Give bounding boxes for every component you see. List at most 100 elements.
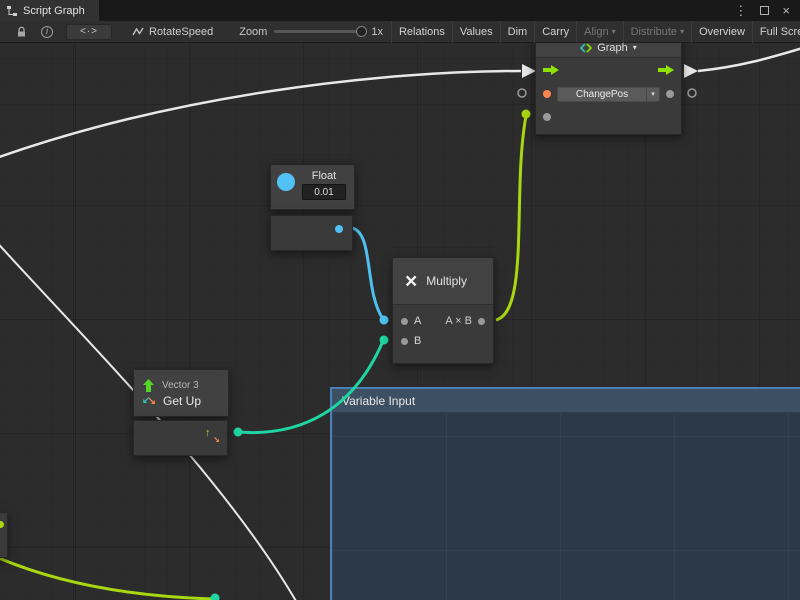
align-dropdown-button[interactable]: Align ▾: [576, 21, 622, 43]
multiply-input-a-port[interactable]: [401, 318, 408, 325]
zoom-control: Zoom 1x: [239, 26, 383, 38]
lime-connection-bottom[interactable]: [0, 555, 214, 599]
unity-script-graph-window: Script Graph ⋮ × i <·> RotateSpeed: [0, 0, 800, 600]
full-screen-button[interactable]: Full Screen: [752, 21, 800, 43]
flow-connection-in[interactable]: [0, 71, 521, 161]
align-label: Align: [584, 26, 608, 38]
multiply-row-b: B: [393, 331, 493, 351]
values-button[interactable]: Values: [452, 21, 500, 43]
distribute-dropdown-button[interactable]: Distribute ▾: [623, 21, 691, 43]
kebab-menu-icon[interactable]: ⋮: [734, 4, 747, 17]
variable-input-title: Variable Input: [342, 394, 415, 408]
graph-node-flow-row: [536, 58, 681, 82]
lock-icon: [16, 26, 27, 38]
vector3-getup-node[interactable]: Vector 3 ↙ ↘ Get Up: [133, 369, 229, 417]
multiply-row-a: A A × B: [393, 311, 493, 331]
overview-button[interactable]: Overview: [691, 21, 752, 43]
edit-graph-button[interactable]: <·>: [66, 24, 112, 40]
multiply-icon: ×: [405, 271, 417, 292]
graph-breadcrumb[interactable]: RotateSpeed: [132, 26, 213, 38]
vector3-port-section[interactable]: ↑ ↘: [133, 420, 228, 456]
variable-input-panel-header[interactable]: Variable Input: [332, 389, 800, 413]
chevron-down-icon: ▾: [612, 28, 616, 36]
connection-endpoint-dot[interactable]: [211, 594, 220, 600]
graph-name-label: RotateSpeed: [149, 26, 213, 38]
offscreen-node[interactable]: [0, 512, 8, 558]
up-arrow-icon: [142, 379, 155, 392]
float-value-input[interactable]: 0.01: [302, 184, 346, 200]
multiply-node-body: A A × B B: [393, 305, 493, 351]
chevron-down-icon: ▾: [680, 28, 684, 36]
vector3-node-title: Get Up: [163, 394, 201, 408]
flow-connection-diagonal[interactable]: [0, 237, 300, 600]
flow-arrowhead-out: [684, 64, 698, 78]
variable-input-panel[interactable]: Variable Input: [330, 387, 800, 600]
axes-icon: ↙ ↘: [142, 394, 156, 407]
multiply-node[interactable]: × Multiply A A × B B: [392, 257, 494, 364]
getup-output-endpoint[interactable]: [234, 428, 243, 437]
graph-node-extra-row: [536, 106, 681, 128]
offscreen-node-port[interactable]: [0, 521, 4, 528]
changepos-dropdown-value: ChangePos: [558, 89, 646, 100]
relations-button[interactable]: Relations: [391, 21, 452, 43]
graph-event-node[interactable]: Graph ▾ ChangePos ▾: [535, 37, 682, 135]
zoom-slider[interactable]: [274, 30, 364, 33]
multiply-input-b-label: B: [414, 335, 421, 347]
graph-toolbar: i <·> RotateSpeed Zoom 1x Relations Valu…: [0, 21, 800, 43]
info-icon: i: [41, 26, 53, 38]
zoom-value: 1x: [371, 26, 383, 38]
tab-script-graph[interactable]: Script Graph: [0, 0, 99, 21]
multiply-node-title: Multiply: [426, 274, 467, 288]
float-node[interactable]: Float 0.01: [270, 164, 355, 210]
changepos-dropdown[interactable]: ChangePos ▾: [557, 87, 660, 102]
flow-arrowhead-in: [522, 64, 536, 78]
chevron-down-icon: ▾: [633, 44, 637, 52]
vector3-subtitle: Vector 3: [162, 380, 199, 391]
graph-node-variable-row: ChangePos ▾: [536, 82, 681, 106]
vector3-output-port-icon[interactable]: ↑ ↘: [204, 428, 220, 444]
multiply-a-port-endpoint[interactable]: [380, 316, 389, 325]
tab-bar: Script Graph ⋮ ×: [0, 0, 800, 21]
script-graph-icon: [6, 5, 18, 17]
flow-in-port-icon[interactable]: [543, 65, 559, 75]
graph-value-port-endpoint[interactable]: [522, 110, 531, 119]
tab-title: Script Graph: [23, 5, 85, 17]
chevron-down-icon: ▾: [646, 88, 659, 101]
zoom-slider-knob[interactable]: [356, 26, 367, 37]
graph-asset-icon: [132, 26, 144, 38]
multiply-b-port-endpoint[interactable]: [380, 336, 389, 345]
close-icon[interactable]: ×: [782, 4, 790, 17]
multiply-input-b-port[interactable]: [401, 338, 408, 345]
vector3-title-line: ↙ ↘ Get Up: [142, 394, 220, 408]
float-output-port[interactable]: [335, 225, 343, 233]
grey-port[interactable]: [666, 90, 674, 98]
graph-node-icon: [580, 43, 592, 53]
flow-connection-out[interactable]: [698, 47, 800, 71]
grey-port[interactable]: [543, 113, 551, 121]
orange-port[interactable]: [543, 90, 551, 98]
zoom-label: Zoom: [239, 26, 267, 38]
graph-node-title: Graph: [597, 42, 628, 54]
vector3-type-line: Vector 3: [142, 379, 220, 392]
float-node-port-section[interactable]: [270, 215, 353, 251]
lime-connection-multiply-to-graph[interactable]: [496, 116, 526, 320]
distribute-label: Distribute: [631, 26, 677, 38]
float-node-title: Float: [312, 170, 336, 182]
toolbar-buttons: Relations Values Dim Carry Align ▾ Distr…: [391, 21, 800, 43]
multiply-output-label: A × B: [445, 315, 472, 327]
float-type-icon: [277, 173, 295, 191]
flow-out-port-icon[interactable]: [658, 65, 674, 75]
graph-canvas[interactable]: Variable Input: [0, 43, 800, 600]
multiply-node-header[interactable]: × Multiply: [393, 258, 493, 305]
window-controls: ⋮ ×: [734, 4, 800, 17]
info-button[interactable]: i: [34, 26, 60, 38]
float-node-content: Float 0.01: [302, 170, 346, 204]
dim-button[interactable]: Dim: [500, 21, 535, 43]
lock-button[interactable]: [8, 26, 34, 38]
maximize-icon[interactable]: [760, 6, 769, 15]
unconnected-port-left[interactable]: [518, 89, 526, 97]
unconnected-port-right[interactable]: [688, 89, 696, 97]
carry-button[interactable]: Carry: [534, 21, 576, 43]
multiply-output-port[interactable]: [478, 318, 485, 325]
blue-connection-float-to-multiply[interactable]: [352, 228, 383, 319]
